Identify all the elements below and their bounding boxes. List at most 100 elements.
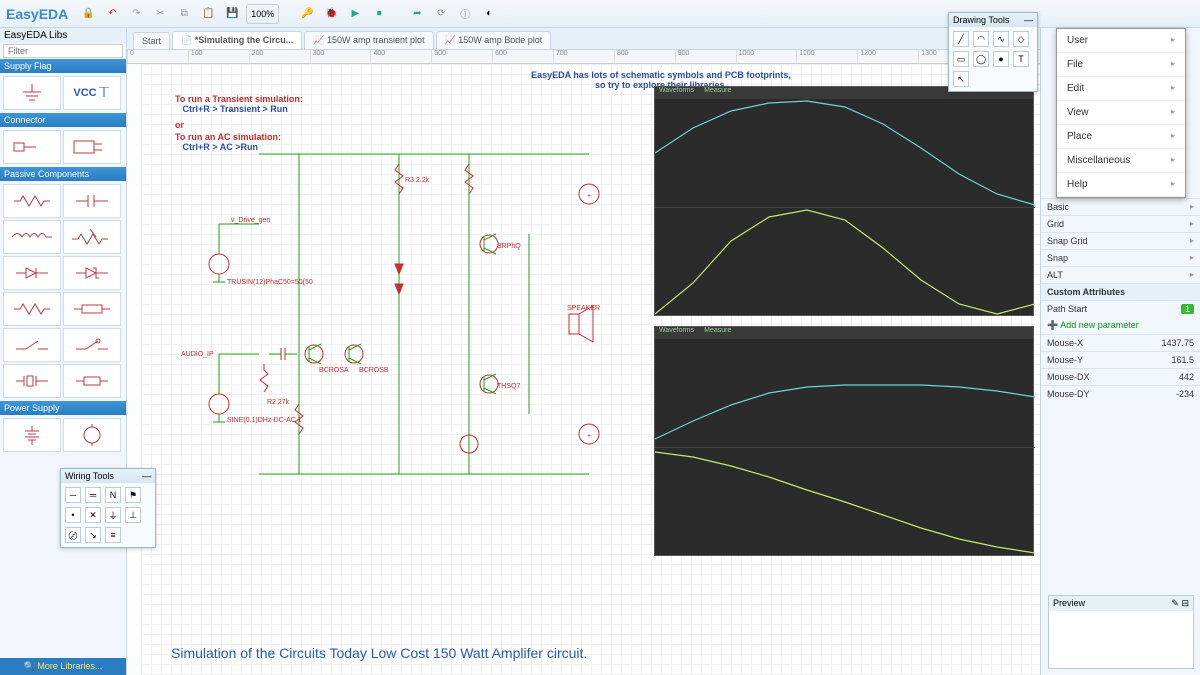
component-battery[interactable] <box>3 418 61 452</box>
stop-icon[interactable]: ⏹ <box>369 4 389 24</box>
menu-misc[interactable]: Miscellaneous▸ <box>1057 149 1185 173</box>
tool-polyline-icon[interactable]: ◇ <box>1013 31 1029 47</box>
gnd-tool-icon[interactable]: ⊥ <box>125 507 141 523</box>
more-libraries-button[interactable]: 🔍 More Libraries... <box>0 658 126 675</box>
menu-file[interactable]: File▸ <box>1057 53 1185 77</box>
tool-arc-icon[interactable]: ◠ <box>973 31 989 47</box>
menu-place[interactable]: Place▸ <box>1057 125 1185 149</box>
wire-tool-icon[interactable]: ─ <box>65 487 81 503</box>
menu-help[interactable]: Help▸ <box>1057 173 1185 197</box>
component-connector-1[interactable] <box>3 130 61 164</box>
tool-text-icon[interactable]: T <box>1013 51 1029 67</box>
prop-row[interactable]: Grid▸ <box>1041 215 1200 232</box>
path-start-row[interactable]: Path Start1 <box>1041 300 1200 317</box>
menu-edit[interactable]: Edit▸ <box>1057 77 1185 101</box>
preview-title[interactable]: Preview✎ ⊟ <box>1049 596 1193 611</box>
add-parameter-button[interactable]: ➕ Add new parameter <box>1041 317 1200 334</box>
component-fuse[interactable] <box>63 292 121 326</box>
section-passive[interactable]: Passive Components <box>0 167 126 181</box>
key-icon[interactable]: 🔑 <box>297 4 317 24</box>
svg-text:R3 2.2k: R3 2.2k <box>405 177 430 184</box>
component-vcc[interactable]: VCC <box>63 76 121 110</box>
zoom-dropdown[interactable]: 100% <box>246 4 279 24</box>
component-res-poly[interactable] <box>3 292 61 326</box>
component-gnd[interactable] <box>3 76 61 110</box>
component-rheostat[interactable] <box>63 220 121 254</box>
info-icon[interactable]: ⓘ <box>455 4 475 24</box>
component-connector-2[interactable] <box>63 130 121 164</box>
tool-circle-icon[interactable]: ● <box>993 51 1009 67</box>
undo-icon[interactable]: ↶ <box>102 4 122 24</box>
waveform-panel-top[interactable]: Waveforms Measure <box>654 86 1034 316</box>
power-icon[interactable]: ⏚ <box>105 507 121 523</box>
wf-tab[interactable]: Waveforms <box>659 87 694 99</box>
menu-view[interactable]: View▸ <box>1057 101 1185 125</box>
component-capacitor[interactable] <box>63 184 121 218</box>
noconnect-icon[interactable]: ✕ <box>85 507 101 523</box>
component-diode[interactable] <box>3 256 61 290</box>
tab-bode-plot[interactable]: 📈 150W amp Bode plot <box>436 31 552 49</box>
lock-icon[interactable]: 🔒 <box>78 4 98 24</box>
prop-row[interactable]: Basic▸ <box>1041 198 1200 215</box>
wiring-tools-palette[interactable]: Wiring Tools— ─ ═ N ⚑ • ✕ ⏚ ⊥ 〄 ↘ ≡ <box>60 468 156 548</box>
component-inductor[interactable] <box>3 220 61 254</box>
svg-text:R2 27k: R2 27k <box>267 399 290 406</box>
preview-close-icon[interactable]: ⊟ <box>1181 598 1189 608</box>
cut-icon[interactable]: ✂ <box>150 4 170 24</box>
tab-transient-plot[interactable]: 📈 150W amp transient plot <box>304 31 433 49</box>
schematic-canvas[interactable]: EasyEDA has lots of schematic symbols an… <box>141 64 1040 675</box>
save-icon[interactable]: 💾 <box>222 4 242 24</box>
ruler-mark: 1000 <box>736 50 797 63</box>
wire-arrow-icon[interactable]: ↘ <box>85 527 101 543</box>
schematic-drawing[interactable]: TRUSIN(12)PhaC50=50(50 v_Drive_gen AUDIO… <box>169 114 629 514</box>
menu-user[interactable]: User▸ <box>1057 29 1185 53</box>
drawing-tools-palette[interactable]: Drawing Tools— ╱ ◠ ∿ ◇ ▭ ◯ ● T ↖ <box>948 12 1038 92</box>
redo-icon[interactable]: ↷ <box>126 4 146 24</box>
minimize-icon[interactable]: — <box>1024 15 1033 25</box>
junction-icon[interactable]: • <box>65 507 81 523</box>
wiring-tools-title[interactable]: Wiring Tools— <box>61 469 155 483</box>
wire-misc-icon[interactable]: ≡ <box>105 527 121 543</box>
tool-cursor-icon[interactable]: ↖ <box>953 71 969 87</box>
drawing-tools-title[interactable]: Drawing Tools— <box>949 13 1037 27</box>
prop-row[interactable]: ALT▸ <box>1041 266 1200 283</box>
bus-tool-icon[interactable]: ═ <box>85 487 101 503</box>
more-libraries-label: More Libraries... <box>37 661 102 671</box>
tool-rect-icon[interactable]: ▭ <box>953 51 969 67</box>
contrast-icon[interactable]: ◐ <box>479 4 499 24</box>
share-icon[interactable]: ➦ <box>407 4 427 24</box>
tab-simulating[interactable]: 📄 *Simulating the Circu... <box>172 31 302 49</box>
wf-tab[interactable]: Waveforms <box>659 327 694 339</box>
copy-icon[interactable]: ⧉ <box>174 4 194 24</box>
prop-row[interactable]: Snap Grid▸ <box>1041 232 1200 249</box>
component-zener[interactable] <box>63 256 121 290</box>
bug-icon[interactable]: 🐞 <box>321 4 341 24</box>
tool-line-icon[interactable]: ╱ <box>953 31 969 47</box>
component-switch-1[interactable] <box>3 328 61 362</box>
preview-edit-icon[interactable]: ✎ <box>1171 598 1179 608</box>
refresh-icon[interactable]: ⟳ <box>431 4 451 24</box>
run-icon[interactable]: ▶ <box>345 4 365 24</box>
library-filter-input[interactable] <box>3 44 123 58</box>
ruler-mark: 400 <box>370 50 431 63</box>
tab-start[interactable]: Start <box>133 32 170 49</box>
component-resistor[interactable] <box>3 184 61 218</box>
tool-bezier-icon[interactable]: ∿ <box>993 31 1009 47</box>
netflag-icon[interactable]: ⚑ <box>125 487 141 503</box>
wf-tab[interactable]: Measure <box>704 327 731 339</box>
paste-icon[interactable]: 📋 <box>198 4 218 24</box>
component-crystal[interactable] <box>3 364 61 398</box>
netlabel-icon[interactable]: N <box>105 487 121 503</box>
section-connector[interactable]: Connector <box>0 113 126 127</box>
section-power[interactable]: Power Supply <box>0 401 126 415</box>
minimize-icon[interactable]: — <box>142 471 151 481</box>
component-switch-2[interactable] <box>63 328 121 362</box>
component-ferrite[interactable] <box>63 364 121 398</box>
probe-icon[interactable]: 〄 <box>65 527 81 543</box>
tool-ellipse-icon[interactable]: ◯ <box>973 51 989 67</box>
section-supply-flag[interactable]: Supply Flag <box>0 59 126 73</box>
prop-row[interactable]: Snap▸ <box>1041 249 1200 266</box>
waveform-panel-bottom[interactable]: Waveforms Measure <box>654 326 1034 556</box>
wf-tab[interactable]: Measure <box>704 87 731 99</box>
component-vsource[interactable] <box>63 418 121 452</box>
